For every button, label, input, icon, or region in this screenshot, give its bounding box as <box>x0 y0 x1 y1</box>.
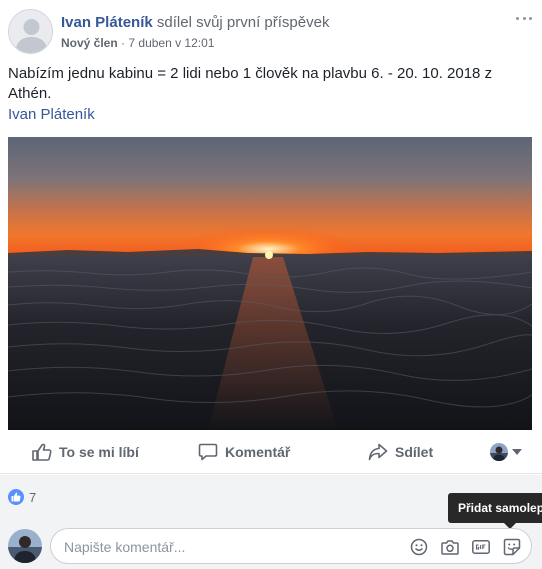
chevron-down-icon <box>512 449 522 455</box>
photo-button[interactable] <box>441 538 459 556</box>
author-avatar[interactable] <box>8 9 53 54</box>
user-avatar <box>490 443 508 461</box>
user-photo-icon <box>490 443 508 461</box>
more-dot <box>516 16 519 20</box>
author-action-text: sdílel svůj první příspěvek <box>156 14 330 31</box>
post-action-bar: To se mi líbí Komentář Sdílet <box>0 430 542 474</box>
author-name-link[interactable]: Ivan Pláteník <box>61 14 153 31</box>
comment-button[interactable]: Komentář <box>198 430 290 474</box>
new-member-badge[interactable]: Nový člen <box>61 36 118 50</box>
post-meta: Nový člen · 7 duben v 12:01 <box>61 36 214 50</box>
comment-input[interactable]: Napište komentář... <box>50 528 532 564</box>
comment-button-label: Komentář <box>225 444 291 460</box>
commenter-avatar[interactable] <box>8 529 42 563</box>
like-reaction-icon <box>8 489 24 505</box>
meta-separator: · <box>121 36 126 50</box>
post-author-link[interactable]: Ivan Pláteník <box>8 106 95 123</box>
gif-icon <box>472 540 490 554</box>
post-as-selector[interactable] <box>490 443 522 461</box>
share-arrow-icon <box>368 443 388 461</box>
user-photo-icon <box>8 529 42 563</box>
sticker-icon <box>503 538 521 556</box>
gif-button[interactable] <box>472 538 490 556</box>
default-avatar-icon <box>9 10 52 53</box>
like-button-label: To se mi líbí <box>59 444 139 460</box>
post-text: Nabízím jednu kabinu = 2 lidi nebo 1 člo… <box>8 65 493 102</box>
post-header: Ivan Pláteník sdílel svůj první příspěve… <box>8 9 534 57</box>
comment-bubble-icon <box>198 443 218 461</box>
camera-icon <box>441 540 459 555</box>
comment-placeholder: Napište komentář... <box>64 539 186 555</box>
post-photo[interactable] <box>8 137 532 430</box>
like-count: 7 <box>29 489 37 505</box>
thumbs-up-icon <box>11 492 21 502</box>
smiley-icon <box>410 538 428 556</box>
author-line: Ivan Pláteník sdílel svůj první příspěve… <box>61 14 329 31</box>
more-dot <box>522 16 526 20</box>
share-button-label: Sdílet <box>395 444 434 460</box>
sticker-button[interactable] <box>503 538 521 556</box>
reaction-summary[interactable]: 7 <box>8 489 36 505</box>
sunset-sea-image <box>8 137 532 430</box>
more-dot <box>529 16 532 20</box>
emoji-button[interactable] <box>410 538 428 556</box>
post-timestamp[interactable]: 7 duben v 12:01 <box>128 36 214 50</box>
share-button[interactable]: Sdílet <box>368 430 433 474</box>
thumbs-up-icon <box>32 443 52 461</box>
more-options-icon[interactable] <box>514 11 534 25</box>
sticker-tooltip: Přidat samolepku <box>448 493 542 523</box>
comment-tools <box>397 538 521 556</box>
like-button[interactable]: To se mi líbí <box>32 430 139 474</box>
